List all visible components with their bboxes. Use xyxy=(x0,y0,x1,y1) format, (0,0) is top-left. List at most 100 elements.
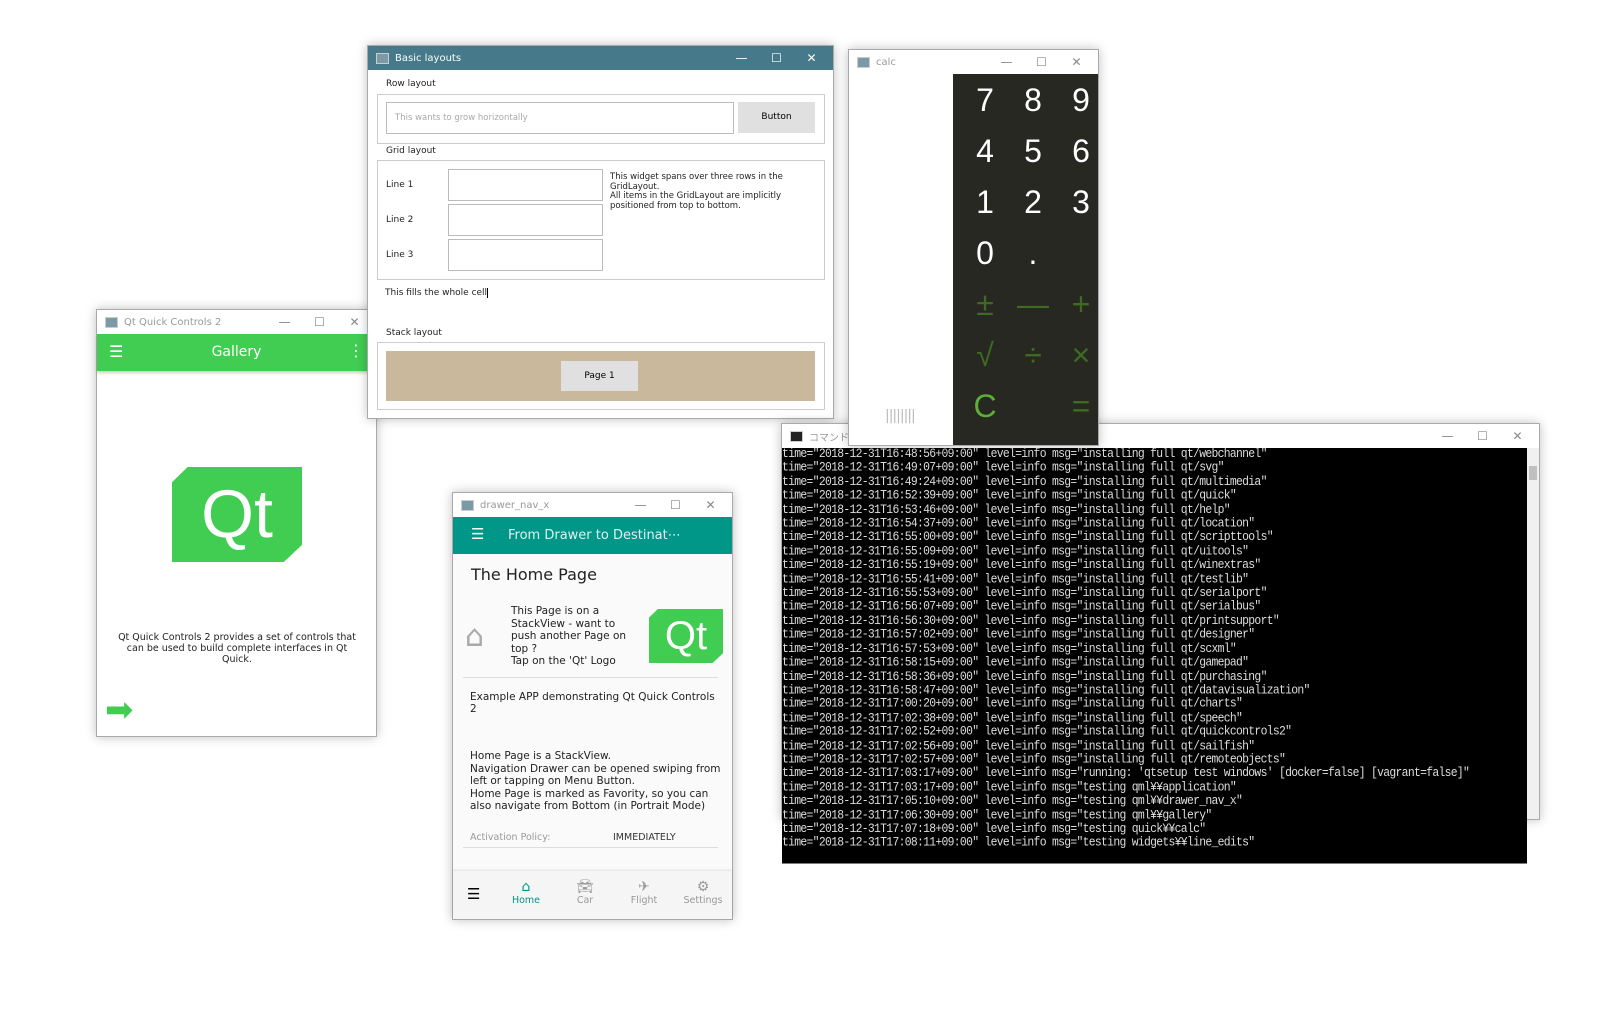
stack-text: This Page is on a StackView - want to pu… xyxy=(511,605,627,667)
minimize-button[interactable]: — xyxy=(267,310,302,334)
console-line: time="2018-12-31T16:54:37+09:00" level=i… xyxy=(782,517,1255,531)
operator-button[interactable]: ÷ xyxy=(1009,337,1057,374)
maximize-button[interactable]: ☐ xyxy=(1024,50,1059,74)
title-bar[interactable]: Qt Quick Controls 2 — ☐ ✕ xyxy=(97,310,376,334)
app-icon xyxy=(857,56,870,68)
console-line: time="2018-12-31T17:03:17+09:00" level=i… xyxy=(782,781,1237,795)
policy-value: IMMEDIATELY xyxy=(613,832,676,843)
console-line: time="2018-12-31T16:58:47+09:00" level=i… xyxy=(782,684,1310,698)
console-line: time="2018-12-31T17:00:20+09:00" level=i… xyxy=(782,698,1243,712)
more-icon[interactable]: ⋮ xyxy=(348,341,364,360)
title-bar[interactable]: Basic layouts — ☐ ✕ xyxy=(368,46,833,70)
qt-logo-button[interactable]: Qt xyxy=(649,609,723,663)
nav-home[interactable]: ⌂ Home xyxy=(508,879,544,906)
digit-button[interactable]: 4 xyxy=(961,133,1009,170)
minimize-button[interactable]: — xyxy=(724,46,759,70)
command-prompt-window: コマンド プロンプト —☐✕ time="2018-12-31T16:48:56… xyxy=(781,423,1540,864)
console-line: time="2018-12-31T17:02:56+09:00" level=i… xyxy=(782,739,1255,754)
console-line: time="2018-12-31T16:55:41+09:00" level=i… xyxy=(782,573,1249,587)
maximize-button[interactable]: ☐ xyxy=(759,46,794,70)
gallery-window: Qt Quick Controls 2 — ☐ ✕ ☰ Gallery ⋮ Qt Q… xyxy=(96,309,377,737)
page-title: The Home Page xyxy=(471,565,597,584)
console-line: time="2018-12-31T16:53:46+09:00" level=i… xyxy=(782,503,1231,518)
maximize-button[interactable]: ☐ xyxy=(302,310,337,334)
close-button[interactable]: ✕ xyxy=(1500,424,1535,448)
console-line: time="2018-12-31T17:02:52+09:00" level=i… xyxy=(782,725,1292,740)
grid-layout-label: Grid layout xyxy=(386,146,436,156)
row-button[interactable]: Button xyxy=(738,102,815,133)
nav-flight[interactable]: ✈ Flight xyxy=(626,879,662,906)
digit-button[interactable]: 6 xyxy=(1057,133,1105,170)
digit-button[interactable]: 5 xyxy=(1009,133,1057,170)
menu-icon[interactable]: ☰ xyxy=(471,525,484,543)
close-button[interactable]: ✕ xyxy=(693,493,728,517)
console-line: time="2018-12-31T17:02:38+09:00" level=i… xyxy=(782,712,1243,726)
line1-label: Line 1 xyxy=(386,180,414,190)
grow-input[interactable]: This wants to grow horizontally xyxy=(386,102,734,134)
digit-button[interactable]: . xyxy=(1009,235,1057,272)
home-icon: ⌂ xyxy=(465,619,485,654)
console-line: time="2018-12-31T16:57:02+09:00" level=i… xyxy=(782,628,1255,643)
console-line: time="2018-12-31T16:55:00+09:00" level=i… xyxy=(782,531,1274,545)
close-button[interactable]: ✕ xyxy=(1059,50,1094,74)
console-line: time="2018-12-31T16:58:15+09:00" level=i… xyxy=(782,656,1249,670)
scrollbar-thumb[interactable] xyxy=(1529,466,1537,480)
line1-input[interactable] xyxy=(448,169,603,201)
line2-input[interactable] xyxy=(448,204,603,236)
scrollbar[interactable] xyxy=(1527,448,1539,819)
digit-button[interactable]: 8 xyxy=(1009,82,1057,119)
arrow-right-icon[interactable]: ➡ xyxy=(105,690,134,730)
operator-button[interactable]: √ xyxy=(961,337,1009,374)
header-title: From Drawer to Destinat⋯ xyxy=(508,528,681,543)
car-icon: 🚘︎ xyxy=(576,879,594,895)
minimize-button[interactable]: — xyxy=(623,493,658,517)
window-title: calc xyxy=(876,56,896,68)
digit-button[interactable]: 3 xyxy=(1057,184,1105,221)
console-line: time="2018-12-31T16:55:19+09:00" level=i… xyxy=(782,559,1261,573)
fill-text-field[interactable]: This fills the whole cell xyxy=(385,288,489,298)
nav-car[interactable]: 🚘︎ Car xyxy=(567,879,603,906)
console-line: time="2018-12-31T16:58:36+09:00" level=i… xyxy=(782,670,1267,684)
window-title: Basic layouts xyxy=(395,52,462,64)
title-bar[interactable]: drawer_nav_x — ☐ ✕ xyxy=(453,493,732,517)
calc-window: calc — ☐ ✕ |||||||| 7 8 9 4 5 6 1 2 3 0. ± — + √ ÷ × C = xyxy=(848,49,1099,446)
digit-button[interactable]: 0 xyxy=(961,235,1009,272)
maximize-button[interactable]: ☐ xyxy=(658,493,693,517)
maximize-button[interactable]: ☐ xyxy=(1465,424,1500,448)
operator-button[interactable]: C xyxy=(961,388,1009,425)
console-line: time="2018-12-31T16:56:30+09:00" level=i… xyxy=(782,614,1280,629)
app-icon xyxy=(105,316,118,328)
console-line: time="2018-12-31T16:52:39+09:00" level=i… xyxy=(782,489,1237,504)
bottom-nav: ☰ ⌂ Home 🚘︎ Car ✈ Flight ⚙ Settings xyxy=(453,871,732,919)
drag-handle[interactable]: |||||||| xyxy=(885,408,916,424)
operator-button[interactable]: = xyxy=(1057,388,1105,425)
window-title: Qt Quick Controls 2 xyxy=(124,316,222,328)
digit-button[interactable]: 7 xyxy=(961,82,1009,119)
console-line: time="2018-12-31T16:55:53+09:00" level=i… xyxy=(782,586,1267,601)
minimize-button[interactable]: — xyxy=(1430,424,1465,448)
console-output[interactable]: time="2018-12-31T16:48:56+09:00" level=i… xyxy=(782,448,1527,864)
page1-button[interactable]: Page 1 xyxy=(561,361,638,391)
digit-button[interactable]: 1 xyxy=(961,184,1009,221)
console-line: time="2018-12-31T17:06:30+09:00" level=i… xyxy=(782,809,1212,823)
nav-label: Home xyxy=(511,895,541,906)
digit-button[interactable]: 2 xyxy=(1009,184,1057,221)
digit-button[interactable]: 9 xyxy=(1057,82,1105,119)
line3-label: Line 3 xyxy=(386,250,414,260)
menu-icon[interactable]: ☰ xyxy=(467,885,480,903)
stack-layout-label: Stack layout xyxy=(386,328,442,338)
operator-button[interactable]: ± xyxy=(961,286,1009,323)
title-bar[interactable]: calc — ☐ ✕ xyxy=(849,50,1098,74)
operator-button[interactable]: + xyxy=(1057,286,1105,323)
console-line: time="2018-12-31T16:49:24+09:00" level=i… xyxy=(782,475,1267,490)
policy-label: Activation Policy: xyxy=(470,832,551,843)
line3-input[interactable] xyxy=(448,239,603,271)
operator-button[interactable]: × xyxy=(1057,337,1105,374)
app-header: ☰ From Drawer to Destinat⋯ xyxy=(453,517,732,554)
basic-layouts-window: Basic layouts — ☐ ✕ Row layout This wants … xyxy=(367,45,834,419)
console-line: time="2018-12-31T17:07:18+09:00" level=i… xyxy=(782,823,1206,837)
nav-settings[interactable]: ⚙ Settings xyxy=(681,879,725,906)
operator-button[interactable]: — xyxy=(1009,286,1057,323)
close-button[interactable]: ✕ xyxy=(794,46,829,70)
minimize-button[interactable]: — xyxy=(989,50,1024,74)
